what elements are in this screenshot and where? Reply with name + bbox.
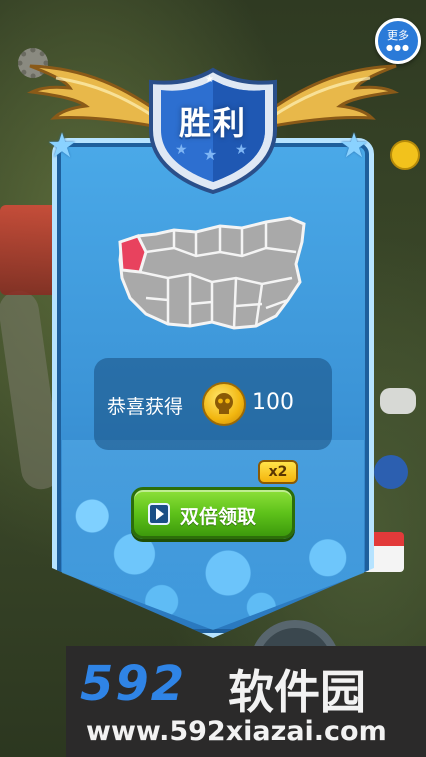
watermark-brand-number: 592 xyxy=(80,656,187,712)
more-button-label: 更多 xyxy=(387,29,409,42)
fire-station-building xyxy=(0,205,60,295)
watermark-brand-text: 软件园 xyxy=(228,665,366,719)
double-claim-label: 双倍领取 xyxy=(180,506,257,528)
svg-text:★: ★ xyxy=(203,145,217,164)
svg-text:★: ★ xyxy=(175,142,188,158)
coin-icon xyxy=(390,140,420,170)
victory-title: 胜利 xyxy=(178,104,247,142)
right-wing-icon xyxy=(260,64,400,130)
svg-text:★: ★ xyxy=(205,74,214,85)
watermark-url: www.592xiazai.com xyxy=(86,716,387,747)
star-icon: ★ xyxy=(46,126,78,166)
reward-amount: 100 xyxy=(252,390,294,415)
more-dots-icon: ●●● xyxy=(386,43,410,52)
svg-text:★: ★ xyxy=(235,142,248,158)
reward-label: 恭喜获得 xyxy=(107,396,184,418)
skull-coin-icon xyxy=(202,382,246,426)
territory-map xyxy=(118,216,306,330)
car-decoration xyxy=(374,455,408,489)
airplane-decoration xyxy=(380,388,416,414)
video-play-icon xyxy=(148,503,170,525)
double-claim-button[interactable]: 双倍领取 xyxy=(131,487,295,539)
x2-badge: x2 xyxy=(258,460,298,484)
star-icon: ★ xyxy=(338,126,370,166)
